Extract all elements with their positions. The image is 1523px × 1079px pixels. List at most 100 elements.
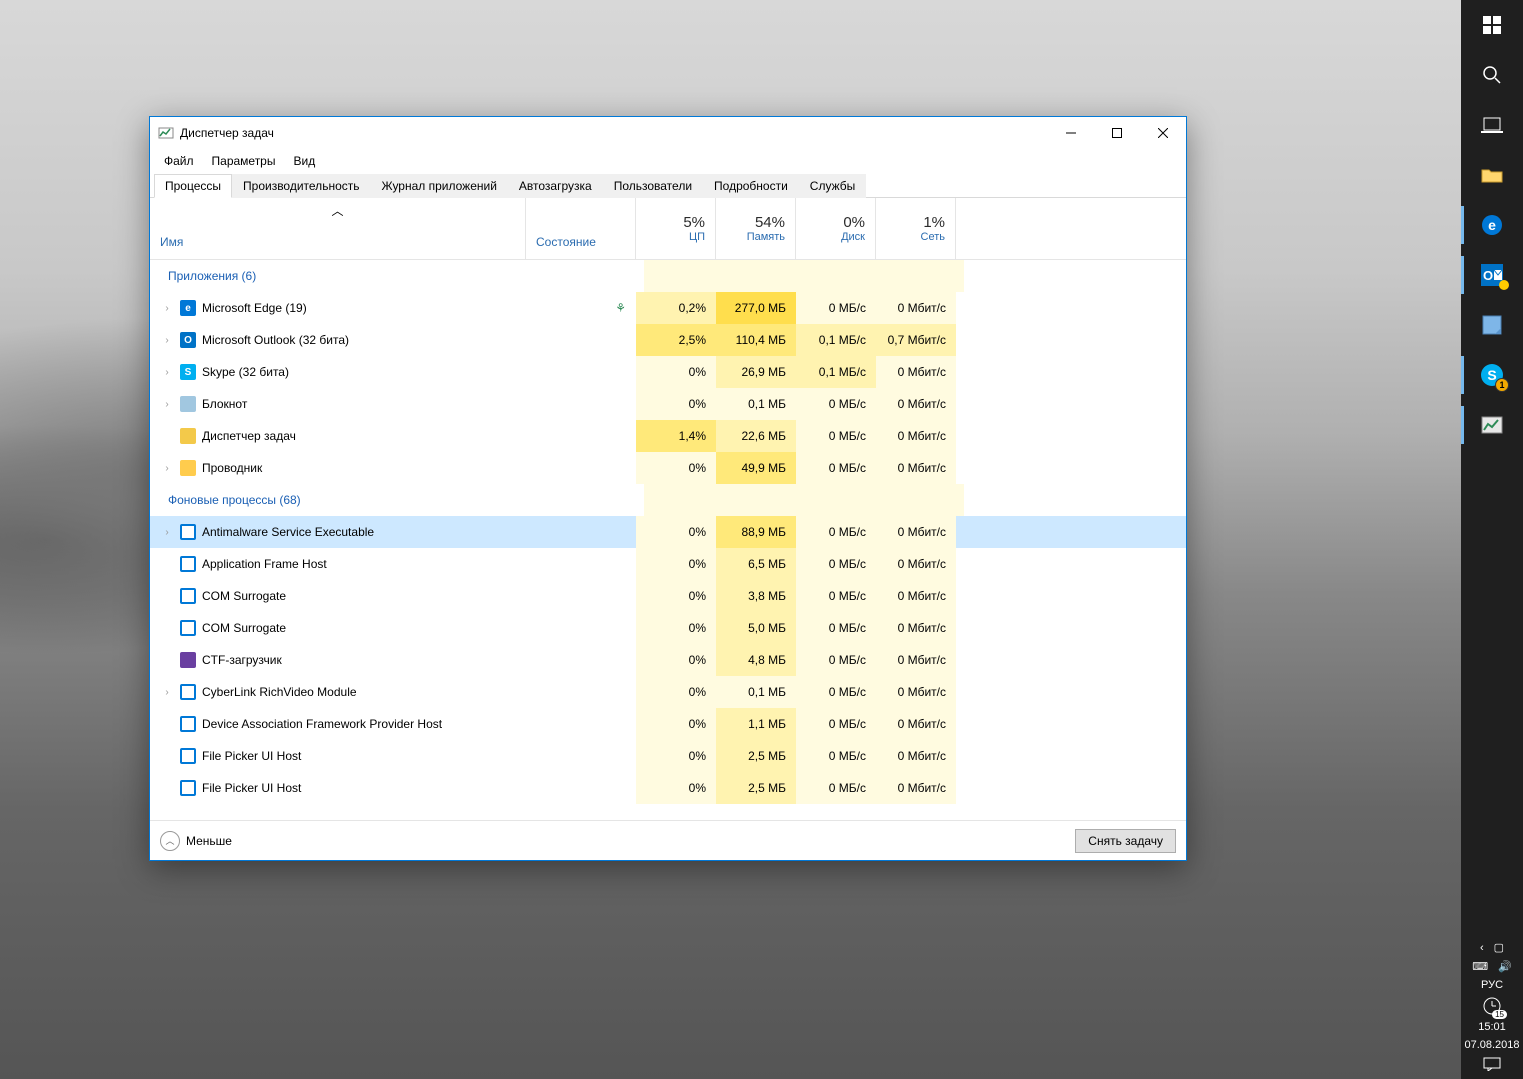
tray-people-icon[interactable]: ▢ — [1494, 941, 1504, 954]
cpu-value: 0% — [636, 740, 716, 772]
process-row[interactable]: Диспетчер задач 1,4% 22,6 МБ 0 МБ/с 0 Мб… — [150, 420, 1186, 452]
minimize-button[interactable] — [1048, 117, 1094, 149]
taskbar-task-manager[interactable] — [1461, 400, 1523, 450]
fewer-details-toggle[interactable]: ︿ Меньше — [160, 831, 232, 851]
process-row[interactable]: CTF-загрузчик 0% 4,8 МБ 0 МБ/с 0 Мбит/с — [150, 644, 1186, 676]
network-value: 0 Мбит/с — [876, 580, 956, 612]
expand-icon[interactable]: › — [160, 399, 174, 410]
menu-options[interactable]: Параметры — [204, 152, 284, 170]
process-row[interactable]: Application Frame Host 0% 6,5 МБ 0 МБ/с … — [150, 548, 1186, 580]
expand-icon[interactable]: › — [160, 527, 174, 538]
process-icon — [180, 620, 196, 636]
memory-value: 22,6 МБ — [716, 420, 796, 452]
menu-view[interactable]: Вид — [285, 152, 323, 170]
expand-icon[interactable]: › — [160, 463, 174, 474]
maximize-button[interactable] — [1094, 117, 1140, 149]
tray-language[interactable]: РУС — [1481, 979, 1503, 991]
process-row[interactable]: › Проводник 0% 49,9 МБ 0 МБ/с 0 Мбит/с — [150, 452, 1186, 484]
expand-icon[interactable]: › — [160, 687, 174, 698]
taskbar-skype[interactable]: S 1 — [1461, 350, 1523, 400]
tray-date[interactable]: 07.08.2018 — [1464, 1039, 1519, 1051]
process-icon — [180, 716, 196, 732]
expand-icon[interactable]: › — [160, 303, 174, 314]
svg-text:O: O — [1483, 268, 1493, 283]
tray-overflow-icon[interactable]: ‹ — [1480, 942, 1484, 954]
process-row[interactable]: › Antimalware Service Executable 0% 88,9… — [150, 516, 1186, 548]
column-name[interactable]: ︿ Имя — [150, 198, 526, 259]
tab-performance[interactable]: Производительность — [232, 174, 370, 198]
cpu-value: 0% — [636, 772, 716, 804]
task-view-button[interactable] — [1461, 100, 1523, 150]
taskbar-file-explorer[interactable] — [1461, 150, 1523, 200]
process-row[interactable]: › O Microsoft Outlook (32 бита) 2,5% 110… — [150, 324, 1186, 356]
process-icon — [180, 556, 196, 572]
tab-services[interactable]: Службы — [799, 174, 866, 198]
expand-icon[interactable]: › — [160, 367, 174, 378]
app-icon — [158, 125, 174, 141]
process-icon — [180, 524, 196, 540]
column-network[interactable]: 1% Сеть — [876, 198, 956, 259]
process-row[interactable]: Device Association Framework Provider Ho… — [150, 708, 1186, 740]
start-button[interactable] — [1461, 0, 1523, 50]
disk-value: 0 МБ/с — [796, 292, 876, 324]
column-memory[interactable]: 54% Память — [716, 198, 796, 259]
process-row[interactable]: › S Skype (32 бита) 0% 26,9 МБ 0,1 МБ/с … — [150, 356, 1186, 388]
svg-text:e: e — [1488, 217, 1496, 233]
process-row[interactable]: › e Microsoft Edge (19) ⚘ 0,2% 277,0 МБ … — [150, 292, 1186, 324]
action-center-icon[interactable] — [1483, 1057, 1501, 1071]
tray-keyboard-icon[interactable]: ⌨ — [1472, 960, 1488, 973]
tray-volume-icon[interactable]: 🔊 — [1498, 960, 1512, 973]
process-row[interactable]: › Блокнот 0% 0,1 МБ 0 МБ/с 0 Мбит/с — [150, 388, 1186, 420]
expand-icon[interactable]: › — [160, 335, 174, 346]
group-header: Фоновые процессы (68) — [150, 484, 1186, 516]
window-title: Диспетчер задач — [180, 126, 1048, 140]
network-value: 0 Мбит/с — [876, 644, 956, 676]
menu-file[interactable]: Файл — [156, 152, 202, 170]
cpu-value: 0% — [636, 452, 716, 484]
cpu-value: 0% — [636, 676, 716, 708]
process-list[interactable]: Приложения (6) › e Microsoft Edge (19) ⚘… — [150, 260, 1186, 820]
process-name: CyberLink RichVideo Module — [202, 685, 357, 699]
task-view-icon — [1481, 116, 1503, 134]
process-row[interactable]: COM Surrogate 0% 5,0 МБ 0 МБ/с 0 Мбит/с — [150, 612, 1186, 644]
column-disk[interactable]: 0% Диск — [796, 198, 876, 259]
cpu-value: 0% — [636, 548, 716, 580]
process-name: Microsoft Outlook (32 бита) — [202, 333, 349, 347]
taskbar-sticky-notes[interactable] — [1461, 300, 1523, 350]
edge-icon: e — [1481, 214, 1503, 236]
chevron-up-icon: ︿ — [160, 831, 180, 851]
process-row[interactable]: COM Surrogate 0% 3,8 МБ 0 МБ/с 0 Мбит/с — [150, 580, 1186, 612]
memory-value: 277,0 МБ — [716, 292, 796, 324]
group-header: Приложения (6) — [150, 260, 1186, 292]
process-name: Antimalware Service Executable — [202, 525, 374, 539]
footer: ︿ Меньше Снять задачу — [150, 820, 1186, 860]
close-button[interactable] — [1140, 117, 1186, 149]
folder-icon — [1481, 166, 1503, 184]
disk-value: 0 МБ/с — [796, 420, 876, 452]
process-row[interactable]: File Picker UI Host 0% 2,5 МБ 0 МБ/с 0 М… — [150, 740, 1186, 772]
process-icon — [180, 588, 196, 604]
taskbar-outlook[interactable]: O — [1461, 250, 1523, 300]
cpu-value: 0% — [636, 516, 716, 548]
network-value: 0 Мбит/с — [876, 772, 956, 804]
search-button[interactable] — [1461, 50, 1523, 100]
tray-time[interactable]: 15:01 — [1478, 1021, 1506, 1033]
disk-value: 0 МБ/с — [796, 580, 876, 612]
cpu-value: 0% — [636, 708, 716, 740]
search-icon — [1482, 65, 1502, 85]
memory-value: 1,1 МБ — [716, 708, 796, 740]
column-state[interactable]: Состояние — [526, 198, 636, 259]
end-task-button[interactable]: Снять задачу — [1075, 829, 1176, 853]
tab-users[interactable]: Пользователи — [603, 174, 703, 198]
tab-startup[interactable]: Автозагрузка — [508, 174, 603, 198]
process-row[interactable]: › CyberLink RichVideo Module 0% 0,1 МБ 0… — [150, 676, 1186, 708]
tab-processes[interactable]: Процессы — [154, 174, 232, 198]
process-row[interactable]: File Picker UI Host 0% 2,5 МБ 0 МБ/с 0 М… — [150, 772, 1186, 804]
tab-details[interactable]: Подробности — [703, 174, 799, 198]
column-cpu[interactable]: 5% ЦП — [636, 198, 716, 259]
process-name: Диспетчер задач — [202, 429, 296, 443]
titlebar[interactable]: Диспетчер задач — [150, 117, 1186, 149]
process-icon — [180, 684, 196, 700]
tab-app-history[interactable]: Журнал приложений — [371, 174, 508, 198]
taskbar-edge[interactable]: e — [1461, 200, 1523, 250]
